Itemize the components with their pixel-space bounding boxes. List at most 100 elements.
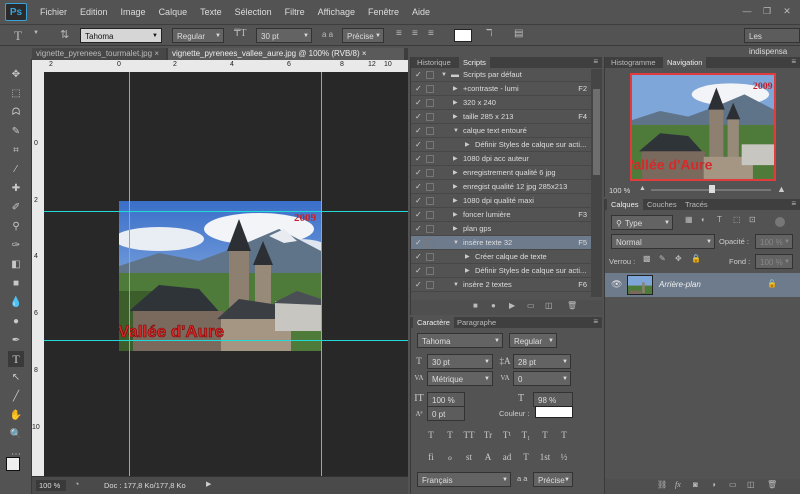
brush-tool-icon[interactable]: ✐	[8, 200, 24, 216]
delete-layer-icon[interactable]: 🗑	[767, 480, 777, 489]
script-row[interactable]: ✓ ▶ 1080 dpi acc auteur	[411, 152, 591, 166]
dialog-toggle-box[interactable]	[426, 71, 434, 79]
gradient-tool-icon[interactable]: ■	[8, 276, 24, 292]
dialog-toggle-box[interactable]	[426, 239, 434, 247]
type-tool-icon[interactable]: T	[8, 351, 24, 367]
menu-fichier[interactable]: Fichier	[40, 7, 67, 17]
check-icon[interactable]: ✓	[415, 68, 422, 82]
pen-tool-icon[interactable]: ✒	[8, 333, 24, 349]
script-row[interactable]: ✓ ▶ Définir Styles de calque sur acti...	[411, 138, 591, 152]
add-mask-icon[interactable]: ◙	[693, 480, 698, 489]
align-left-icon[interactable]: ≡	[396, 28, 402, 39]
fill-field[interactable]: 100 % ▼	[755, 254, 793, 269]
adjustment-layer-icon[interactable]: ◑	[711, 480, 716, 489]
type-tool-preset-icon[interactable]: T	[14, 28, 22, 44]
vertical-ruler[interactable]: 0 2 4 6 8 10	[32, 60, 44, 476]
check-icon[interactable]: ✓	[415, 278, 422, 292]
play-icon[interactable]: ▶	[509, 301, 515, 310]
script-row[interactable]: ✓ ▼ calque text entouré	[411, 124, 591, 138]
zoom-out-icon[interactable]: ▲	[639, 185, 646, 192]
dialog-toggle-box[interactable]	[426, 281, 434, 289]
expand-down-icon[interactable]: ▼	[453, 236, 459, 250]
text-style-button[interactable]: T¹	[501, 429, 513, 441]
char-vscale-field[interactable]: 100 %	[427, 392, 465, 407]
check-icon[interactable]: ✓	[415, 194, 422, 208]
text-style-button[interactable]: T	[539, 429, 551, 441]
doc-tab-tourmalet[interactable]: vignette_pyrenees_tourmalet.jpg ×	[32, 48, 166, 60]
panel-menu-icon[interactable]: ≡	[791, 57, 796, 66]
zoom-field[interactable]: 100 %	[36, 480, 66, 491]
horizontal-guide[interactable]	[44, 211, 408, 212]
menu-selection[interactable]: Sélection	[235, 7, 272, 17]
path-selection-tool-icon[interactable]: ↖	[8, 370, 24, 386]
restore-button[interactable]: ❐	[760, 4, 774, 18]
expand-right-icon[interactable]: ▶	[453, 152, 458, 166]
expand-right-icon[interactable]: ▶	[453, 110, 458, 124]
expand-right-icon[interactable]: ▶	[453, 96, 458, 110]
dialog-toggle-box[interactable]	[426, 127, 434, 135]
opentype-button[interactable]: T	[520, 451, 532, 463]
script-row[interactable]: ✓ ▶ foncer lumière F3	[411, 208, 591, 222]
char-color-swatch[interactable]	[535, 406, 573, 418]
expand-right-icon[interactable]: ▶	[453, 222, 458, 236]
expand-down-icon[interactable]: ▼	[441, 68, 447, 82]
check-icon[interactable]: ✓	[415, 236, 422, 250]
new-set-icon[interactable]: ▭	[527, 301, 535, 310]
link-layers-icon[interactable]: ⛓	[657, 480, 667, 489]
foreground-color-swatch[interactable]	[6, 457, 20, 471]
blur-tool-icon[interactable]: 💧	[8, 295, 24, 311]
tab-historique[interactable]: Historique	[413, 57, 455, 68]
dialog-toggle-box[interactable]	[426, 99, 434, 107]
check-icon[interactable]: ✓	[415, 82, 422, 96]
document-canvas[interactable]: 2009 Vallée d'Aure	[44, 72, 408, 476]
menu-aide[interactable]: Aide	[412, 7, 430, 17]
text-color-swatch[interactable]	[454, 29, 472, 42]
zoom-in-icon[interactable]: ▲	[777, 184, 786, 194]
script-row[interactable]: ✓ ▶ Définir Styles de calque sur acti...	[411, 264, 591, 278]
check-icon[interactable]: ✓	[415, 250, 422, 264]
quick-select-tool-icon[interactable]: ✎	[8, 124, 24, 140]
scrollbar[interactable]	[591, 69, 602, 297]
menu-filtre[interactable]: Filtre	[285, 7, 305, 17]
check-icon[interactable]: ✓	[415, 166, 422, 180]
expand-right-icon[interactable]: ▶	[465, 138, 470, 152]
tab-histogramme[interactable]: Histogramme	[607, 57, 660, 68]
dialog-toggle-box[interactable]	[426, 197, 434, 205]
check-icon[interactable]: ✓	[415, 138, 422, 152]
eraser-tool-icon[interactable]: ◧	[8, 257, 24, 273]
navigator-zoom[interactable]: 100 %	[609, 186, 630, 195]
trash-icon[interactable]: 🗑	[567, 301, 577, 310]
align-center-icon[interactable]: ≡	[412, 28, 418, 39]
char-baseline-field[interactable]: 0 pt	[427, 406, 465, 421]
panel-menu-icon[interactable]: ≡	[791, 199, 796, 208]
warp-text-icon[interactable]: ℸ	[486, 28, 492, 39]
check-icon[interactable]: ✓	[415, 96, 422, 110]
check-icon[interactable]: ✓	[415, 152, 422, 166]
filter-shape-icon[interactable]: ⬚	[733, 215, 741, 224]
minimize-button[interactable]: —	[740, 4, 754, 18]
hand-tool-icon[interactable]: ✋	[8, 408, 24, 424]
font-style-select[interactable]: Regular ▼	[172, 28, 224, 43]
tab-paragraphe[interactable]: Paragraphe	[453, 317, 500, 328]
dialog-toggle-box[interactable]	[426, 253, 434, 261]
orientation-toggle-icon[interactable]: ⇅	[60, 28, 69, 41]
filter-toggle[interactable]	[775, 217, 785, 227]
document-image[interactable]: 2009 Vallée d'Aure	[119, 201, 321, 351]
new-group-icon[interactable]: ▭	[729, 480, 737, 489]
lasso-tool-icon[interactable]: ᗣ	[8, 105, 24, 121]
menu-calque[interactable]: Calque	[159, 7, 188, 17]
horizontal-guide[interactable]	[44, 340, 408, 341]
tab-caractere[interactable]: Caractère	[413, 317, 454, 328]
text-style-button[interactable]: TT	[463, 429, 475, 441]
dodge-tool-icon[interactable]: ●	[8, 314, 24, 330]
healing-brush-tool-icon[interactable]: ✚	[8, 181, 24, 197]
script-row[interactable]: ✓ ▶ taille 285 x 213 F4	[411, 110, 591, 124]
script-row[interactable]: ✓ ▶ 1080 dpi qualité maxi	[411, 194, 591, 208]
text-style-button[interactable]: Tr	[482, 429, 494, 441]
dialog-toggle-box[interactable]	[426, 267, 434, 275]
opentype-button[interactable]: ℴ	[444, 451, 456, 463]
dialog-toggle-box[interactable]	[426, 169, 434, 177]
check-icon[interactable]: ✓	[415, 124, 422, 138]
char-kerning-field[interactable]: Métrique ▼	[427, 371, 493, 386]
opentype-button[interactable]: st	[463, 451, 475, 463]
